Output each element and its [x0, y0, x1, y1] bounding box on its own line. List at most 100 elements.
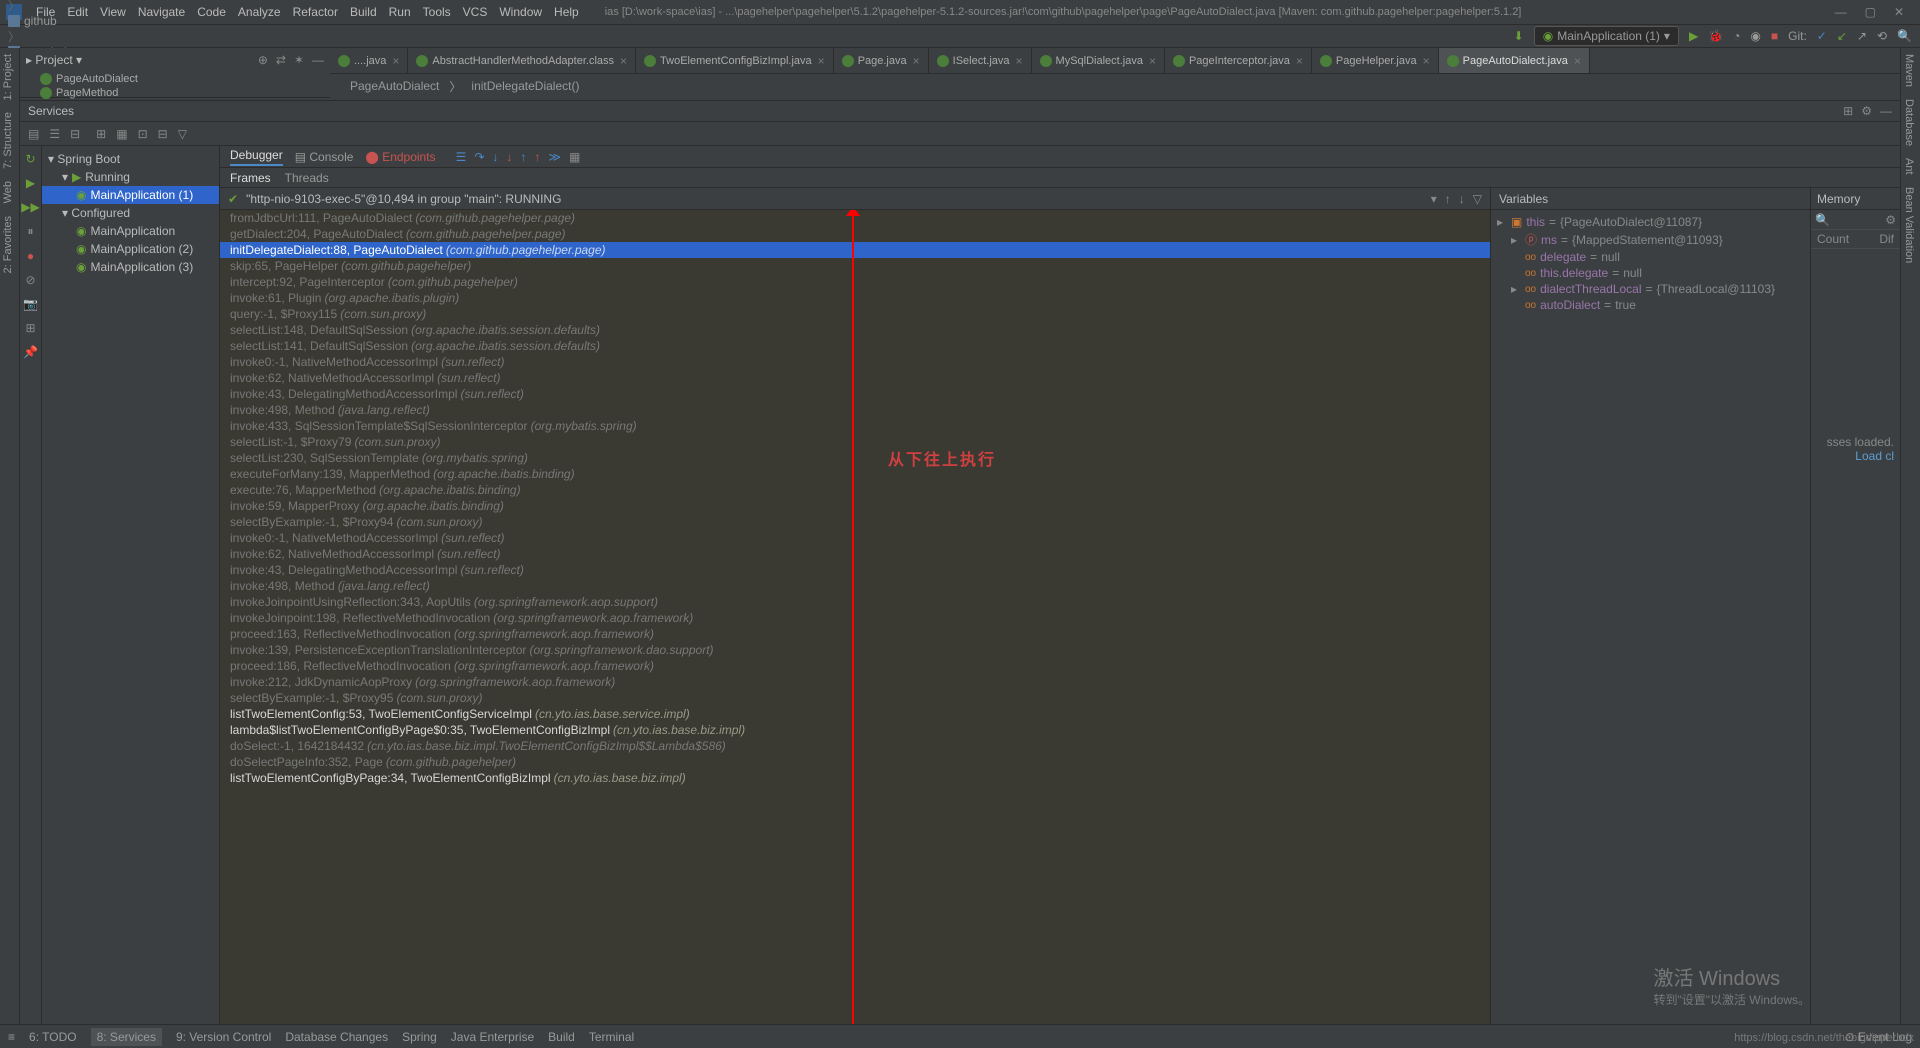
stack-frame[interactable]: proceed:186, ReflectiveMethodInvocation …: [220, 658, 1490, 674]
editor-tab[interactable]: ....java×: [330, 48, 408, 73]
editor-tab[interactable]: PageAutoDialect.java×: [1439, 48, 1590, 73]
left-tab[interactable]: 1: Project: [0, 48, 16, 106]
settings-icon[interactable]: ⊞: [25, 321, 35, 335]
coverage-icon[interactable]: ◔: [1733, 29, 1740, 43]
stack-frame[interactable]: invoke:212, JdkDynamicAopProxy (org.spri…: [220, 674, 1490, 690]
expand-all-icon[interactable]: ⊡: [138, 127, 148, 141]
thread-selector[interactable]: "http-nio-9103-exec-5"@10,494 in group "…: [246, 192, 1423, 206]
close-tab-icon[interactable]: ×: [620, 54, 627, 68]
stack-frame[interactable]: invoke:43, DelegatingMethodAccessorImpl …: [220, 562, 1490, 578]
bottom-tab[interactable]: Database Changes: [285, 1030, 388, 1044]
menu-tools[interactable]: Tools: [417, 5, 457, 19]
select-opened-icon[interactable]: ⊕: [258, 53, 268, 67]
tree-node[interactable]: ◉ MainApplication: [42, 222, 219, 240]
variable-row[interactable]: ▸oo dialectThreadLocal = {ThreadLocal@11…: [1497, 281, 1804, 297]
pin-icon[interactable]: 📌: [23, 345, 38, 359]
right-tab[interactable]: Database: [1901, 93, 1917, 152]
collapse-icon[interactable]: ✶: [294, 53, 304, 67]
memory-load-link[interactable]: Load cl: [1855, 449, 1894, 463]
editor-tab[interactable]: ISelect.java×: [929, 48, 1032, 73]
stack-frame[interactable]: invoke:498, Method (java.lang.reflect): [220, 578, 1490, 594]
project-file[interactable]: PageMethod: [40, 86, 330, 100]
bottom-tab[interactable]: ≡: [8, 1030, 15, 1044]
stack-frame[interactable]: invokeJoinpoint:198, ReflectiveMethodInv…: [220, 610, 1490, 626]
drop-frame-icon[interactable]: ↑: [520, 150, 526, 164]
breadcrumb-item[interactable]: github: [8, 14, 177, 28]
right-tab[interactable]: Bean Validation: [1901, 181, 1917, 269]
run-icon[interactable]: ▶▶: [21, 200, 39, 214]
bottom-tab[interactable]: 8: Services: [91, 1028, 162, 1046]
build-icon[interactable]: ⬇: [1514, 29, 1524, 43]
stack-frame[interactable]: executeForMany:139, MapperMethod (org.ap…: [220, 466, 1490, 482]
gear-icon[interactable]: ⚙: [1885, 213, 1896, 227]
stack-frame[interactable]: execute:76, MapperMethod (org.apache.iba…: [220, 482, 1490, 498]
stack-frame[interactable]: invoke:498, Method (java.lang.reflect): [220, 402, 1490, 418]
right-tab[interactable]: Ant: [1901, 152, 1917, 181]
step-over-icon[interactable]: ☰: [456, 150, 467, 164]
step-into-icon[interactable]: ↷: [474, 150, 484, 164]
tab-endpoints[interactable]: ⬤ Endpoints: [365, 150, 435, 164]
stack-frame[interactable]: selectList:148, DefaultSqlSession (org.a…: [220, 322, 1490, 338]
stack-frame[interactable]: selectList:-1, $Proxy79 (com.sun.proxy): [220, 434, 1490, 450]
git-update-icon[interactable]: ✓: [1817, 29, 1827, 43]
stop-button-icon[interactable]: ■: [1771, 29, 1778, 43]
stack-frame[interactable]: getDialect:204, PageAutoDialect (com.git…: [220, 226, 1490, 242]
bottom-tab[interactable]: Spring: [402, 1030, 437, 1044]
close-tab-icon[interactable]: ×: [1296, 54, 1303, 68]
close-tab-icon[interactable]: ×: [392, 54, 399, 68]
tree-icon[interactable]: ☰: [49, 127, 60, 141]
project-dropdown[interactable]: ▸ Project ▾: [26, 53, 82, 67]
stack-frame[interactable]: intercept:92, PageInterceptor (com.githu…: [220, 274, 1490, 290]
variable-row[interactable]: oo delegate = null: [1497, 249, 1804, 265]
git-commit-icon[interactable]: ↙: [1837, 29, 1847, 43]
stack-frame[interactable]: invoke:62, NativeMethodAccessorImpl (sun…: [220, 546, 1490, 562]
profile-icon[interactable]: ◉: [1750, 29, 1760, 43]
editor-tab[interactable]: TwoElementConfigBizImpl.java×: [636, 48, 834, 73]
project-file[interactable]: PageAutoDialect: [40, 72, 330, 86]
variable-row[interactable]: oo autoDialect = true: [1497, 297, 1804, 313]
menu-run[interactable]: Run: [383, 5, 417, 19]
close-tab-icon[interactable]: ×: [1149, 54, 1156, 68]
editor-tab[interactable]: PageHelper.java×: [1312, 48, 1439, 73]
right-tab[interactable]: Maven: [1901, 48, 1917, 93]
step-out-icon[interactable]: ↓: [506, 150, 512, 164]
tab-console[interactable]: ▤ Console: [295, 150, 354, 164]
hide-icon[interactable]: —: [312, 53, 324, 67]
run-config-selector[interactable]: ◉ MainApplication (1) ▾: [1534, 26, 1679, 46]
stack-frame[interactable]: selectList:230, SqlSessionTemplate (org.…: [220, 450, 1490, 466]
crumb-method[interactable]: initDelegateDialect(): [471, 79, 579, 93]
menu-window[interactable]: Window: [493, 5, 548, 19]
run-to-cursor-icon[interactable]: ↑: [534, 150, 540, 164]
close-tab-icon[interactable]: ×: [913, 54, 920, 68]
stack-frame[interactable]: listTwoElementConfig:53, TwoElementConfi…: [220, 706, 1490, 722]
tab-debugger[interactable]: Debugger: [230, 148, 283, 166]
tree-node[interactable]: ▾ Spring Boot: [42, 150, 219, 168]
stack-frame[interactable]: proceed:163, ReflectiveMethodInvocation …: [220, 626, 1490, 642]
stack-frame[interactable]: invoke0:-1, NativeMethodAccessorImpl (su…: [220, 530, 1490, 546]
funnel-icon[interactable]: ▽: [178, 127, 187, 141]
force-step-into-icon[interactable]: ↓: [492, 150, 498, 164]
chevron-down-icon[interactable]: ▾: [1431, 192, 1437, 206]
grid-icon[interactable]: ⊞: [96, 127, 106, 141]
stack-frame[interactable]: invoke:43, DelegatingMethodAccessorImpl …: [220, 386, 1490, 402]
stack-frame[interactable]: invoke:433, SqlSessionTemplate$SqlSessio…: [220, 418, 1490, 434]
search-icon[interactable]: 🔍: [1897, 29, 1912, 43]
tree-node[interactable]: ▾ Configured: [42, 204, 219, 222]
variable-row[interactable]: ▸ⓟ ms = {MappedStatement@11093}: [1497, 230, 1804, 249]
menu-build[interactable]: Build: [344, 5, 383, 19]
collapse-all-icon[interactable]: ⊟: [158, 127, 168, 141]
stack-frame[interactable]: lambda$listTwoElementConfigByPage$0:35, …: [220, 722, 1490, 738]
filter-icon[interactable]: ▤: [28, 127, 39, 141]
minimize-icon[interactable]: —: [1835, 5, 1847, 19]
rerun-icon[interactable]: ↻: [25, 152, 35, 166]
crumb-class[interactable]: PageAutoDialect: [350, 79, 439, 93]
up-icon[interactable]: ↑: [1445, 192, 1451, 206]
subtab-frames[interactable]: Frames: [230, 171, 271, 185]
tree-node[interactable]: ◉ MainApplication (1): [42, 186, 219, 204]
expand-icon[interactable]: ⇄: [276, 53, 286, 67]
subtab-threads[interactable]: Threads: [285, 171, 329, 185]
bottom-tab[interactable]: 9: Version Control: [176, 1030, 271, 1044]
tree-node[interactable]: ◉ MainApplication (3): [42, 258, 219, 276]
git-history-icon[interactable]: ⟲: [1877, 29, 1887, 43]
stack-frame[interactable]: query:-1, $Proxy115 (com.sun.proxy): [220, 306, 1490, 322]
